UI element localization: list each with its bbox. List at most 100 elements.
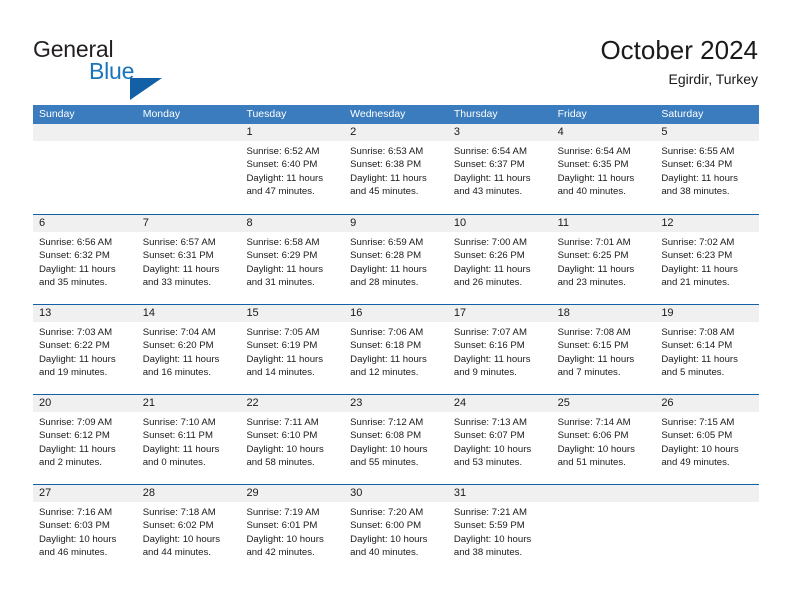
day-detail-line: Sunset: 6:06 PM [557, 430, 629, 442]
day-detail-line: and 31 minutes. [246, 277, 315, 289]
calendar-day-cell[interactable]: 24 Sunrise: 7:13 AM Sunset: 6:07 PM Dayligh… [447, 395, 552, 484]
calendar-table: Sunday Monday Tuesday Wednesday Thursday Frid… [33, 105, 760, 574]
day-detail-line: Sunrise: 6:57 AM [142, 237, 216, 248]
day-detail-line: Sunset: 6:14 PM [661, 340, 733, 352]
day-details [33, 141, 137, 214]
calendar-day-cell[interactable]: 22 Sunrise: 7:11 AM Sunset: 6:10 PM Dayligh… [240, 395, 345, 484]
day-number-band: 13 [33, 305, 137, 322]
day-detail-line: and 51 minutes. [557, 457, 626, 469]
day-details [136, 141, 241, 214]
calendar-day-cell[interactable]: 27 Sunrise: 7:16 AM Sunset: 6:03 PM Dayligh… [33, 485, 137, 574]
calendar-day-cell[interactable]: 1 Sunrise: 6:52 AM Sunset: 6:40 PM Daylight… [240, 124, 345, 214]
day-detail-line: Daylight: 11 hours [350, 172, 427, 184]
day-number-band: 24 [447, 395, 552, 412]
calendar-day-cell[interactable]: 26 Sunrise: 7:15 AM Sunset: 6:05 PM Dayligh… [655, 395, 760, 484]
day-number-band: 25 [551, 395, 656, 412]
day-number-band: 29 [240, 485, 345, 502]
weekday-header-friday: Friday [557, 108, 587, 120]
day-detail-line: and 2 minutes. [39, 457, 102, 469]
day-details: Sunrise: 7:03 AM Sunset: 6:22 PM Daylight:… [33, 322, 137, 394]
weekday-header-row: Sunday Monday Tuesday Wednesday Thursday Frid… [33, 105, 759, 124]
day-detail-line: Sunrise: 7:21 AM [453, 507, 527, 518]
day-detail-line: Sunrise: 7:16 AM [39, 507, 113, 518]
weekday-header-thursday: Thursday [453, 108, 498, 120]
calendar-day-cell[interactable]: 14 Sunrise: 7:04 AM Sunset: 6:20 PM Dayligh… [136, 305, 241, 394]
calendar-day-cell[interactable]: 28 Sunrise: 7:18 AM Sunset: 6:02 PM Dayligh… [136, 485, 241, 574]
day-number: 12 [661, 217, 674, 229]
weekday-header-tuesday: Tuesday [246, 108, 287, 120]
day-detail-line: Sunrise: 7:06 AM [350, 327, 424, 338]
calendar-day-cell[interactable]: 30 Sunrise: 7:20 AM Sunset: 6:00 PM Dayligh… [344, 485, 448, 574]
calendar-day-cell[interactable]: 16 Sunrise: 7:06 AM Sunset: 6:18 PM Dayligh… [344, 305, 448, 394]
day-details: Sunrise: 6:57 AM Sunset: 6:31 PM Daylight:… [136, 232, 241, 304]
day-detail-line: and 40 minutes. [557, 186, 626, 198]
calendar-day-cell[interactable]: 31 Sunrise: 7:21 AM Sunset: 5:59 PM Dayligh… [447, 485, 552, 574]
day-number: 17 [453, 307, 467, 319]
calendar-day-cell[interactable]: 29 Sunrise: 7:19 AM Sunset: 6:01 PM Dayligh… [240, 485, 345, 574]
calendar-week-row: 27 Sunrise: 7:16 AM Sunset: 6:03 PM Dayligh… [33, 484, 760, 574]
day-detail-line: Daylight: 11 hours [453, 353, 531, 365]
calendar-day-cell[interactable]: 25 Sunrise: 7:14 AM Sunset: 6:06 PM Dayligh… [551, 395, 656, 484]
day-detail-line: Sunrise: 7:14 AM [557, 417, 631, 428]
calendar-day-cell[interactable]: 20 Sunrise: 7:09 AM Sunset: 6:12 PM Dayligh… [33, 395, 137, 484]
day-detail-line: Sunset: 6:05 PM [661, 430, 733, 442]
day-detail-line: Sunrise: 7:09 AM [39, 417, 113, 428]
day-number: 8 [246, 217, 253, 229]
day-detail-line: and 7 minutes. [557, 367, 621, 379]
day-details: Sunrise: 6:58 AM Sunset: 6:29 PM Daylight:… [240, 232, 345, 304]
day-detail-line: Sunrise: 6:53 AM [350, 146, 424, 157]
calendar-day-cell[interactable]: 11 Sunrise: 7:01 AM Sunset: 6:25 PM Dayligh… [551, 215, 656, 304]
calendar-day-cell[interactable]: 18 Sunrise: 7:08 AM Sunset: 6:15 PM Dayligh… [551, 305, 656, 394]
day-detail-line: Sunset: 6:20 PM [142, 340, 214, 352]
day-details: Sunrise: 7:05 AM Sunset: 6:19 PM Daylight:… [240, 322, 345, 394]
day-detail-line: Sunset: 6:26 PM [453, 250, 525, 262]
calendar-day-cell[interactable]: 2 Sunrise: 6:53 AM Sunset: 6:38 PM Daylight… [344, 124, 448, 214]
calendar-day-cell[interactable]: 15 Sunrise: 7:05 AM Sunset: 6:19 PM Dayligh… [240, 305, 345, 394]
calendar-day-cell-empty [33, 124, 137, 214]
day-number: 22 [246, 397, 259, 409]
day-details: Sunrise: 7:11 AM Sunset: 6:10 PM Daylight:… [240, 412, 345, 484]
general-blue-logo[interactable]: General Blue [33, 36, 233, 100]
day-detail-line: Daylight: 11 hours [557, 172, 635, 184]
day-detail-line: Sunset: 6:31 PM [142, 250, 214, 262]
day-detail-line: and 38 minutes. [453, 547, 523, 559]
day-detail-line: Daylight: 10 hours [246, 533, 324, 545]
day-detail-line: and 5 minutes. [661, 367, 725, 379]
calendar-day-cell[interactable]: 23 Sunrise: 7:12 AM Sunset: 6:08 PM Dayligh… [344, 395, 448, 484]
calendar-day-cell[interactable]: 19 Sunrise: 7:08 AM Sunset: 6:14 PM Dayligh… [655, 305, 760, 394]
calendar-day-cell[interactable]: 13 Sunrise: 7:03 AM Sunset: 6:22 PM Dayligh… [33, 305, 137, 394]
day-detail-line: Daylight: 11 hours [142, 353, 220, 365]
day-details: Sunrise: 7:09 AM Sunset: 6:12 PM Daylight:… [33, 412, 137, 484]
day-detail-line: Sunrise: 7:00 AM [453, 237, 527, 248]
day-detail-line: and 47 minutes. [246, 186, 315, 198]
day-details: Sunrise: 7:20 AM Sunset: 6:00 PM Daylight:… [344, 502, 448, 574]
day-number: 4 [557, 126, 564, 138]
day-detail-line: Sunset: 6:22 PM [39, 340, 110, 352]
day-number: 6 [39, 217, 46, 229]
calendar-day-cell[interactable]: 9 Sunrise: 6:59 AM Sunset: 6:28 PM Daylight… [344, 215, 448, 304]
calendar-day-cell[interactable]: 8 Sunrise: 6:58 AM Sunset: 6:29 PM Daylight… [240, 215, 345, 304]
calendar-day-cell[interactable]: 21 Sunrise: 7:10 AM Sunset: 6:11 PM Dayligh… [136, 395, 241, 484]
calendar-day-cell[interactable]: 3 Sunrise: 6:54 AM Sunset: 6:37 PM Daylight… [447, 124, 552, 214]
day-detail-line: Daylight: 11 hours [453, 172, 531, 184]
calendar-day-cell[interactable]: 5 Sunrise: 6:55 AM Sunset: 6:34 PM Daylight… [655, 124, 760, 214]
day-detail-line: Sunset: 6:10 PM [246, 430, 318, 442]
day-number-band: 30 [344, 485, 448, 502]
day-detail-line: and 43 minutes. [453, 186, 523, 198]
day-number: 28 [142, 487, 155, 499]
calendar-day-cell[interactable]: 17 Sunrise: 7:07 AM Sunset: 6:16 PM Dayligh… [447, 305, 552, 394]
day-detail-line: and 35 minutes. [39, 277, 108, 289]
calendar-day-cell-empty [551, 485, 656, 574]
day-detail-line: and 55 minutes. [350, 457, 419, 469]
calendar-day-cell[interactable]: 7 Sunrise: 6:57 AM Sunset: 6:31 PM Daylight… [136, 215, 241, 304]
day-detail-line: Sunset: 6:18 PM [350, 340, 422, 352]
calendar-day-cell[interactable]: 4 Sunrise: 6:54 AM Sunset: 6:35 PM Daylight… [551, 124, 656, 214]
day-detail-line: Sunrise: 6:52 AM [246, 146, 320, 157]
calendar-day-cell[interactable]: 6 Sunrise: 6:56 AM Sunset: 6:32 PM Daylight… [33, 215, 137, 304]
calendar-day-cell[interactable]: 12 Sunrise: 7:02 AM Sunset: 6:23 PM Dayligh… [655, 215, 760, 304]
day-details: Sunrise: 7:07 AM Sunset: 6:16 PM Daylight:… [447, 322, 552, 394]
day-detail-line: and 9 minutes. [453, 367, 517, 379]
day-details: Sunrise: 7:08 AM Sunset: 6:15 PM Daylight:… [551, 322, 656, 394]
calendar-day-cell[interactable]: 10 Sunrise: 7:00 AM Sunset: 6:26 PM Dayligh… [447, 215, 552, 304]
day-detail-line: and 26 minutes. [453, 277, 523, 289]
